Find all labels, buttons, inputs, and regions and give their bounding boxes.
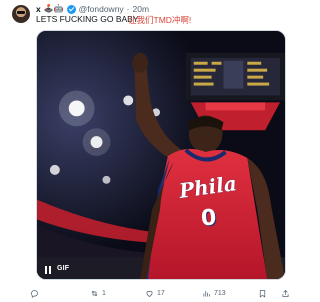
pause-icon[interactable]: [45, 266, 52, 274]
translation-text: 让我们TMD冲啊!: [128, 15, 192, 25]
retweet-count: 1: [102, 289, 106, 297]
gif-badge: GIF: [57, 265, 70, 272]
tweet-actions: 1 17 713: [30, 288, 292, 300]
separator: ·: [126, 4, 130, 14]
heart-icon: [146, 290, 153, 297]
share-icon: [282, 289, 289, 297]
media-gif[interactable]: Phila 0 GIF: [36, 30, 286, 280]
author-emojis: 🕹️🤖: [43, 4, 64, 13]
bookmark-icon: [259, 289, 266, 298]
author-handle[interactable]: @fondowny: [79, 4, 124, 14]
bookmark-button[interactable]: [258, 288, 267, 298]
avatar[interactable]: [12, 5, 30, 23]
reply-icon: [31, 289, 38, 298]
views-icon: [203, 290, 210, 296]
views-count: 713: [214, 289, 226, 297]
jersey-number: 0: [200, 205, 218, 232]
views-button[interactable]: 713: [202, 288, 226, 298]
verified-badge-icon: [66, 4, 76, 14]
like-button[interactable]: 17: [145, 288, 165, 298]
tweet-card[interactable]: x 🕹️🤖 @fondowny · 20m LETS FUCKING GO BA…: [0, 0, 300, 302]
share-button[interactable]: [281, 288, 290, 298]
tweet-text: LETS FUCKING GO BABY: [36, 14, 139, 24]
reply-button[interactable]: [30, 288, 42, 298]
like-count: 17: [157, 289, 165, 297]
timestamp[interactable]: 20m: [133, 4, 150, 14]
retweet-icon: [91, 290, 98, 296]
basketball-photo: [37, 31, 285, 279]
retweet-button[interactable]: 1: [90, 288, 106, 298]
author-name[interactable]: x: [36, 4, 41, 14]
